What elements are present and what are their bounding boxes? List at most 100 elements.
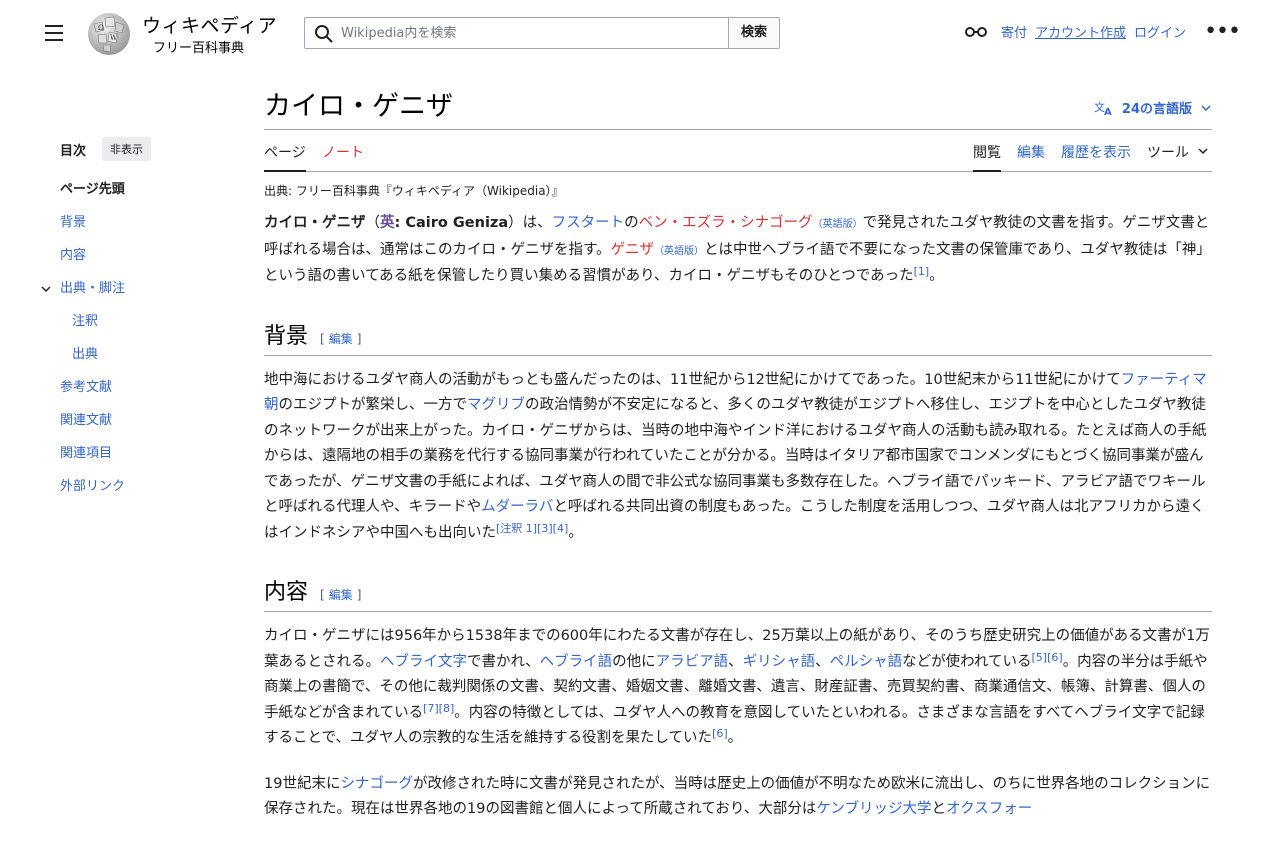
english-term: : Cairo Geniza [394, 215, 509, 231]
create-account-link[interactable]: アカウント作成 [1035, 22, 1126, 41]
tab-talk[interactable]: ノート [322, 142, 364, 170]
page-subtitle: 出典: フリー百科事典『ウィキペディア（Wikipedia）』 [264, 184, 564, 198]
text: 地中海におけるユダヤ商人の活動がもっとも盛んだったのは、11世紀から12世紀にか… [264, 371, 1121, 388]
logo-wordmark[interactable]: ウィキペディア [142, 11, 277, 38]
section-heading-contents: 内容 [ 編集] [264, 574, 1212, 612]
toc-item-citations[interactable]: 出典 [60, 345, 230, 378]
link-hebrew-alphabet[interactable]: ヘブライ文字 [380, 654, 467, 670]
toc-hide-button[interactable]: 非表示 [102, 137, 152, 161]
ref-link[interactable]: [6] [1047, 651, 1063, 664]
text: 。 [929, 268, 944, 284]
tab-history[interactable]: 履歴を表示 [1061, 142, 1131, 170]
edit-section-link[interactable]: 編集 [329, 588, 353, 602]
text: の他に [612, 653, 656, 670]
tab-edit[interactable]: 編集 [1017, 142, 1045, 170]
wikipedia-globe-icon[interactable]: Ω W [84, 10, 134, 56]
toc-item-top[interactable]: ページ先頭 [60, 180, 230, 213]
tab-tools[interactable]: ツール [1147, 142, 1209, 170]
hamburger-line [45, 39, 63, 41]
bracket: ] [356, 588, 362, 602]
edit-section-link[interactable]: 編集 [329, 332, 353, 346]
title-row: カイロ・ゲニザ 文 A 24の言語版 [264, 84, 1212, 130]
text: 。 [727, 730, 743, 746]
appearance-glasses-icon[interactable] [965, 26, 988, 38]
svg-text:W: W [110, 34, 118, 42]
table-of-contents: 目次 非表示 ページ先頭 背景 内容 出典・脚注 注釈 出典 参考文献 関連文献… [41, 136, 230, 510]
section-title: 内容 [264, 580, 309, 605]
link-geniza[interactable]: ゲニザ [611, 242, 655, 258]
ref-link[interactable]: [8] [439, 702, 455, 715]
toc-header: 目次 非表示 [60, 136, 230, 162]
ref-link[interactable]: [注釈 1] [496, 522, 537, 535]
user-links: 寄付 アカウント作成 ログイン ••• [965, 20, 1241, 42]
hamburger-line [45, 32, 63, 34]
search-box [304, 17, 729, 49]
toc-title: 目次 [60, 143, 87, 159]
toc-item-external-links[interactable]: 外部リンク [60, 477, 230, 510]
link-synagogue[interactable]: シナゴーグ [340, 776, 413, 792]
ref-link[interactable]: [7] [423, 702, 439, 715]
link-arabic[interactable]: アラビア語 [656, 654, 729, 670]
text: 、 [815, 653, 830, 670]
chevron-down-icon [1201, 104, 1211, 111]
link-greek[interactable]: ギリシャ語 [743, 654, 816, 670]
link-cambridge[interactable]: ケンブリッジ大学 [816, 801, 931, 817]
search-input[interactable] [341, 18, 721, 48]
text: ）は、 [508, 215, 552, 231]
link-mudaraba[interactable]: ムダーラバ [481, 499, 553, 515]
page-title: カイロ・ゲニザ [264, 91, 453, 122]
main-menu-button[interactable] [40, 20, 68, 44]
search-button[interactable]: 検索 [728, 17, 780, 49]
text: の政治情勢が不安定になると、多くのユダヤ教徒がエジプトへ移住し、エジプトを中心と… [264, 397, 1207, 515]
section-title: 背景 [264, 323, 309, 349]
ref-link[interactable]: [1] [914, 265, 930, 278]
toc-list: ページ先頭 背景 内容 出典・脚注 注釈 出典 参考文献 関連文献 関連項目 外… [41, 180, 230, 510]
link-hebrew[interactable]: ヘブライ語 [540, 654, 613, 670]
ref-link[interactable]: [3] [537, 522, 553, 535]
link-maghreb[interactable]: マグリブ [467, 397, 525, 413]
donate-link[interactable]: 寄付 [1001, 22, 1027, 41]
bracket: [ [320, 331, 325, 346]
ref-link[interactable]: [6] [712, 727, 728, 740]
chevron-down-icon[interactable] [40, 283, 52, 295]
toc-item-sources[interactable]: 出典・脚注 [60, 281, 125, 296]
link-oxford[interactable]: オクスフォー [946, 801, 1032, 817]
toc-item-related-literature[interactable]: 関連文献 [60, 411, 230, 444]
link-fustat[interactable]: フスタート [552, 215, 625, 231]
link-english-version[interactable]: （英語版） [813, 219, 863, 230]
toc-item-notes[interactable]: 注釈 [60, 312, 230, 345]
text: の [624, 215, 639, 231]
toc-item-background[interactable]: 背景 [60, 213, 230, 246]
section-edit: [ 編集] [320, 586, 361, 603]
toc-item-contents[interactable]: 内容 [60, 246, 230, 279]
text: （ [365, 215, 381, 231]
chevron-down-icon [1198, 148, 1208, 155]
tab-page[interactable]: ページ [264, 142, 306, 172]
ref-link[interactable]: [5] [1032, 651, 1048, 664]
bracket: [ [320, 588, 325, 602]
ref-link[interactable]: [4] [553, 522, 569, 535]
background-paragraph: 地中海におけるユダヤ商人の活動がもっとも盛んだったのは、11世紀から12世紀にか… [264, 368, 1212, 547]
link-english-version[interactable]: （英語版） [654, 246, 704, 257]
english-lang-link[interactable]: 英 [380, 215, 395, 231]
text: 、 [728, 653, 743, 670]
tools-label: ツール [1147, 145, 1189, 161]
text: 19世紀末に [264, 775, 341, 792]
article-term: カイロ・ゲニザ [264, 215, 366, 231]
section-edit: [編集] [320, 330, 361, 347]
toc-item-references[interactable]: 参考文献 [60, 378, 230, 411]
login-link[interactable]: ログイン [1134, 22, 1186, 41]
more-options-icon[interactable]: ••• [1204, 20, 1241, 42]
toc-item-see-also[interactable]: 関連項目 [60, 444, 230, 477]
svg-text:A: A [1104, 107, 1112, 116]
contents-paragraph-2: 19世紀末にシナゴーグが改修された時に文書が発見されたが、当時は歴史上の価値が不… [264, 772, 1212, 823]
contents-paragraph: カイロ・ゲニザには956年から1538年までの600年にわたる文書が存在し、25… [264, 624, 1212, 752]
tab-read[interactable]: 閲覧 [973, 142, 1001, 172]
text: 。 [568, 524, 583, 541]
link-persian[interactable]: ペルシャ語 [830, 654, 903, 670]
text: で書かれ、 [467, 653, 540, 670]
language-button[interactable]: 文 A 24の言語版 [1094, 98, 1212, 117]
text: などが使われている [902, 653, 1032, 670]
link-ben-ezra-synagogue[interactable]: ベン・エズラ・シナゴーグ [639, 215, 813, 231]
language-count: 24の言語版 [1121, 102, 1192, 117]
